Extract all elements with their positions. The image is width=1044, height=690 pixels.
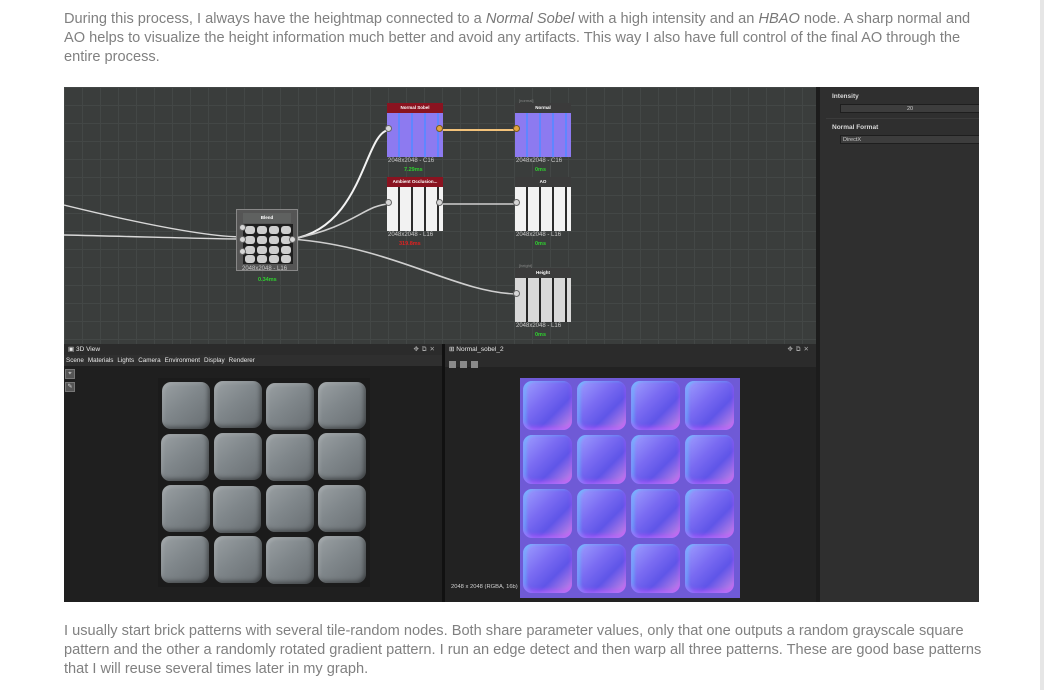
panel-titlebar: ▣ 3D View ✥⧉✕ — [64, 344, 442, 355]
node-time: 0ms — [535, 332, 547, 338]
input-port[interactable] — [239, 248, 246, 255]
node-graph[interactable]: Blend 2048x2048 - L16 0.34ms Normal Sobe… — [64, 87, 816, 344]
node-time: 0.34ms — [258, 277, 277, 283]
float-icon[interactable]: ⧉ — [796, 346, 804, 353]
node-normal-sobel[interactable]: Normal Sobel 2048x2048 - C16 7.29ms — [385, 103, 443, 173]
node-identifier: [height] — [519, 263, 533, 268]
node-title: Ambient Occlusion... — [387, 177, 443, 187]
node-title: Normal — [515, 103, 571, 113]
3d-viewport[interactable] — [158, 378, 370, 587]
node-title: Normal Sobel — [387, 103, 443, 113]
node-thumbnail — [515, 278, 571, 322]
input-port[interactable] — [385, 199, 392, 206]
menu-renderer[interactable]: Renderer — [229, 357, 255, 364]
image-info: 2048 x 2048 (RGBA, 16b) — [451, 584, 518, 590]
parameters-panel: Intensity 20 Normal Format DirectX — [820, 87, 979, 602]
close-icon[interactable]: ✕ — [804, 346, 812, 353]
3d-view-menubar: Scene Materials Lights Camera Environment Dis… — [64, 355, 442, 366]
pin-icon[interactable]: ✥ — [413, 346, 421, 353]
3d-view-panel: ▣ 3D View ✥⧉✕ Scene Materials Lights Camera… — [64, 344, 442, 602]
panel-title: 3D View — [75, 346, 101, 353]
node-time: 319.8ms — [399, 241, 421, 247]
node-blend[interactable]: Blend 2048x2048 - L16 0.34ms — [236, 209, 298, 283]
panel-title: Normal_sobel_2 — [456, 346, 504, 353]
node-resolution: 2048x2048 - C16 — [516, 158, 563, 164]
node-time: 0ms — [535, 167, 547, 173]
emphasis-hbao: HBAO — [758, 11, 800, 27]
panel-controls: ✥⧉✕ — [787, 344, 812, 355]
node-thumbnail — [515, 187, 571, 231]
menu-display[interactable]: Display — [204, 357, 225, 364]
node-normal-output[interactable]: [normal] Normal 2048x2048 - C16 0ms — [513, 98, 571, 173]
image-icon: ⊞ — [449, 346, 455, 353]
panel-controls: ✥⧉✕ — [413, 344, 438, 355]
node-resolution: 2048x2048 - L16 — [388, 232, 434, 238]
intensity-slider[interactable]: 20 — [840, 104, 979, 113]
viewport-toolbar: ⌖ ✎ — [65, 369, 77, 409]
normal-format-dropdown[interactable]: DirectX — [840, 135, 979, 144]
input-port[interactable] — [239, 236, 246, 243]
menu-materials[interactable]: Materials — [88, 357, 114, 364]
divider — [826, 118, 979, 119]
input-port[interactable] — [239, 224, 246, 231]
normal-format-label: Normal Format — [832, 124, 879, 131]
panel-titlebar: ⊞ Normal_sobel_2 ✥⧉✕ — [445, 344, 816, 355]
intensity-label: Intensity — [832, 93, 859, 100]
text-run: During this process, I always have the h… — [64, 11, 486, 27]
fit-icon[interactable] — [449, 361, 456, 368]
node-thumbnail — [387, 187, 443, 231]
page-scrollbar[interactable] — [1040, 0, 1044, 690]
2d-view-panel: ⊞ Normal_sobel_2 ✥⧉✕ 2048 x 2048 (RGBA, … — [445, 344, 816, 602]
channels-icon[interactable] — [460, 361, 467, 368]
node-resolution: 2048x2048 - C16 — [388, 158, 435, 164]
paragraph-intro: During this process, I always have the h… — [64, 10, 984, 67]
camera-icon[interactable]: ⌖ — [65, 369, 75, 379]
text-run: with a high intensity and an — [574, 11, 759, 27]
2d-view-toolbar — [445, 355, 816, 368]
node-time: 7.29ms — [404, 167, 423, 173]
menu-lights[interactable]: Lights — [117, 357, 134, 364]
float-icon[interactable]: ⧉ — [422, 346, 430, 353]
node-title: AO — [515, 177, 571, 187]
menu-scene[interactable]: Scene — [66, 357, 84, 364]
node-hbao[interactable]: Ambient Occlusion... 2048x2048 - L16 319… — [385, 177, 443, 247]
output-port[interactable] — [289, 236, 296, 243]
node-thumbnail — [387, 113, 443, 157]
node-thumbnail — [243, 224, 293, 264]
node-title: Blend — [243, 213, 291, 223]
emphasis-normal-sobel: Normal Sobel — [485, 11, 575, 27]
menu-environment[interactable]: Environment — [165, 357, 200, 364]
2d-viewport[interactable] — [520, 378, 740, 598]
light-icon[interactable]: ✎ — [65, 382, 75, 392]
node-resolution: 2048x2048 - L16 — [516, 323, 562, 329]
output-port[interactable] — [436, 125, 443, 132]
node-resolution: 2048x2048 - L16 — [516, 232, 562, 238]
embedded-screenshot: Blend 2048x2048 - L16 0.34ms Normal Sobe… — [64, 87, 979, 602]
node-title: Height — [515, 268, 571, 278]
node-ao-output[interactable]: AO 2048x2048 - L16 0ms — [513, 177, 571, 247]
input-port[interactable] — [513, 125, 520, 132]
input-port[interactable] — [513, 199, 520, 206]
paragraph-brick-patterns: I usually start brick patterns with seve… — [64, 623, 982, 677]
output-port[interactable] — [436, 199, 443, 206]
node-identifier: [normal] — [519, 98, 534, 103]
input-port[interactable] — [513, 290, 520, 297]
cube-icon: ▣ — [68, 346, 75, 353]
node-resolution: 2048x2048 - L16 — [242, 266, 288, 272]
close-icon[interactable]: ✕ — [430, 346, 438, 353]
save-icon[interactable] — [471, 361, 478, 368]
node-thumbnail — [515, 113, 571, 157]
pin-icon[interactable]: ✥ — [787, 346, 795, 353]
menu-camera[interactable]: Camera — [138, 357, 160, 364]
input-port[interactable] — [385, 125, 392, 132]
node-height-output[interactable]: [height] Height 2048x2048 - L16 0ms — [513, 263, 571, 338]
node-time: 0ms — [535, 241, 547, 247]
